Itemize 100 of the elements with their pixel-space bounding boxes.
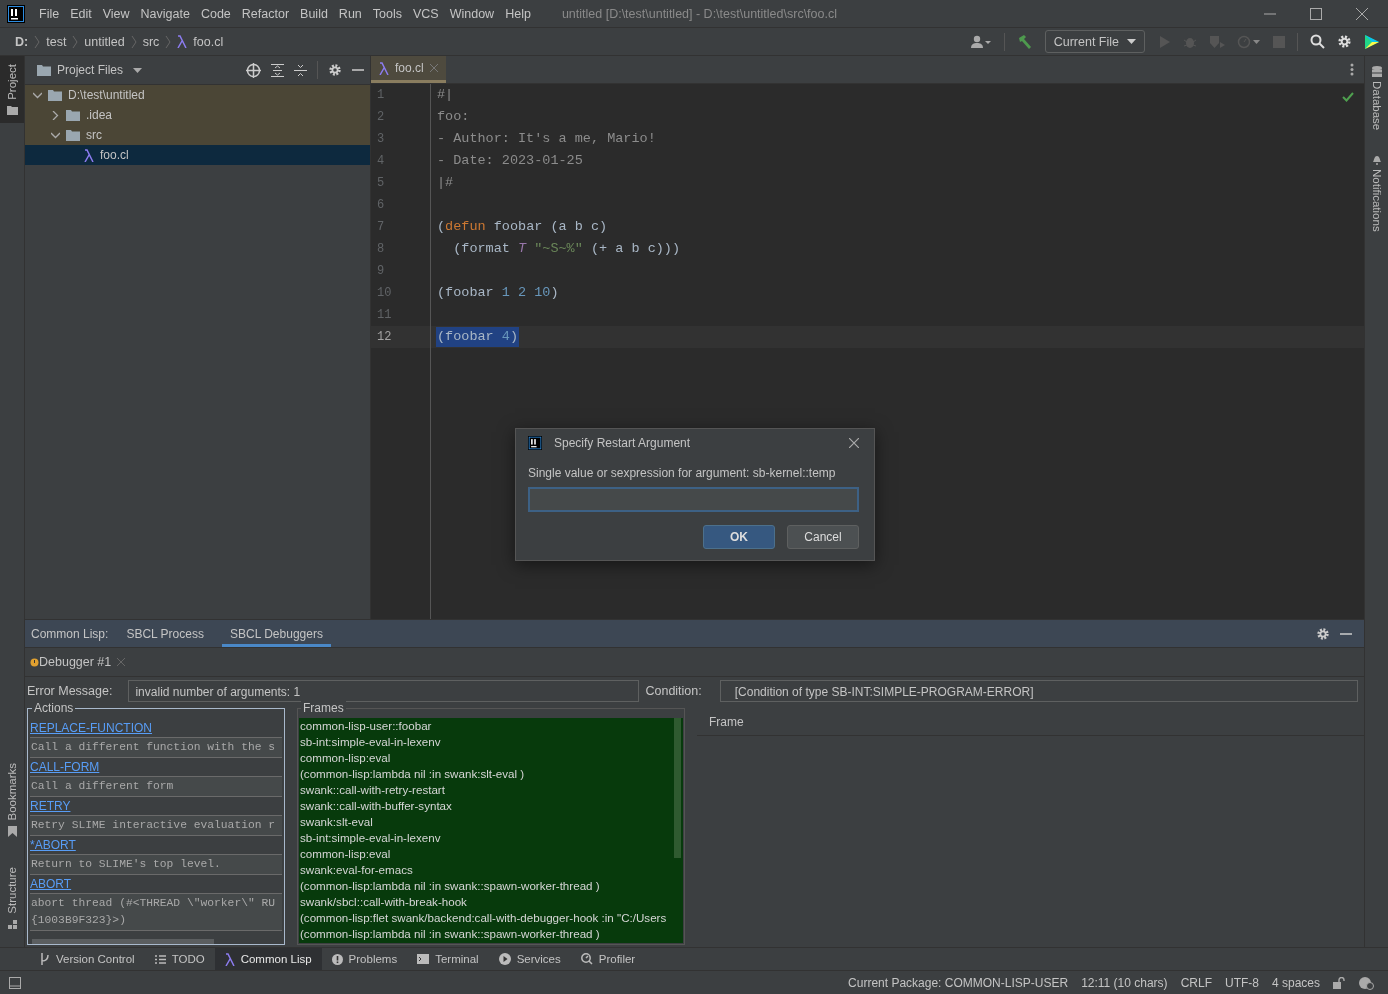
tool-window-button[interactable]: Structure: [0, 859, 24, 937]
tool-window-button[interactable]: TODO: [144, 948, 215, 970]
tool-window-button[interactable]: Version Control: [30, 948, 145, 970]
chevron-icon[interactable]: [33, 90, 42, 100]
tree-item[interactable]: D:\test\untitled: [25, 85, 370, 105]
tree-item[interactable]: src: [25, 125, 370, 145]
menu-item[interactable]: VCS: [413, 6, 439, 21]
frame-item[interactable]: sb-int:simple-eval-in-lexenv: [299, 734, 683, 750]
frame-item[interactable]: swank/sbcl::call-with-break-hook: [299, 894, 683, 910]
line-number: 4: [376, 153, 386, 170]
search-icon[interactable]: [1310, 34, 1325, 49]
scrollbar[interactable]: [674, 718, 681, 858]
settings-icon[interactable]: [1316, 626, 1330, 641]
breadcrumb[interactable]: src: [142, 34, 160, 49]
frame-item[interactable]: (common-lisp:flet swank/backend:call-with-debugger-hook :in "C:/Users: [299, 910, 683, 926]
breadcrumb[interactable]: test: [46, 34, 67, 49]
frame-item[interactable]: common-lisp-user::foobar: [299, 718, 683, 734]
tree-item[interactable]: .idea: [25, 105, 370, 125]
menu-item[interactable]: Tools: [372, 6, 402, 21]
menu-item[interactable]: View: [102, 6, 130, 21]
tool-window-button[interactable]: Terminal: [407, 948, 489, 970]
gauge-icon[interactable]: [1237, 34, 1261, 49]
restart-link[interactable]: CALL-FORM: [30, 758, 282, 776]
status-item[interactable]: UTF-8: [1224, 975, 1259, 990]
frame-item[interactable]: (common-lisp:lambda nil :in swank::spawn-worker-thread ): [299, 878, 683, 894]
frame-item[interactable]: (common-lisp:lambda nil :in swank:slt-eval ): [299, 766, 683, 782]
crosshair-icon[interactable]: [246, 62, 261, 78]
run-configuration-dropdown[interactable]: Current File: [1044, 30, 1145, 53]
tool-window-tab[interactable]: SBCL Debuggers: [221, 620, 331, 647]
tool-window-button[interactable]: Common Lisp: [214, 948, 322, 970]
collapse-all-icon[interactable]: [294, 63, 307, 77]
user-icon[interactable]: [969, 34, 992, 49]
frame-item[interactable]: common-lisp:eval: [299, 750, 683, 766]
tool-window-button[interactable]: Problems: [321, 948, 408, 970]
status-item[interactable]: CRLF: [1180, 975, 1212, 990]
menu-item[interactable]: Run: [338, 6, 362, 21]
expand-all-icon[interactable]: [271, 63, 284, 77]
status-item[interactable]: 12:11 (10 chars): [1081, 975, 1168, 990]
error-message-field[interactable]: invalid number of arguments: 1: [128, 680, 640, 702]
settings-icon[interactable]: [1337, 34, 1352, 49]
chevron-icon[interactable]: [51, 110, 60, 120]
input-field[interactable]: [528, 487, 859, 512]
lambda-icon: [177, 35, 188, 48]
tool-window-tab[interactable]: SBCL Process: [118, 620, 212, 647]
menu-item[interactable]: Refactor: [241, 6, 290, 21]
breadcrumb[interactable]: untitled: [84, 34, 125, 49]
restart-link[interactable]: *ABORT: [30, 836, 282, 854]
close-icon[interactable]: [1356, 7, 1368, 20]
menu-item[interactable]: Edit: [70, 6, 92, 21]
tool-window-button[interactable]: Project: [0, 56, 24, 123]
frame-item[interactable]: (common-lisp:lambda nil :in swank::spawn-worker-thread ): [299, 926, 683, 942]
frame-item[interactable]: common-lisp:eval: [299, 846, 683, 862]
app-logo-icon: [7, 4, 25, 23]
bookmark-icon: [7, 826, 17, 838]
caret-icon[interactable]: [133, 67, 143, 73]
editor-tab[interactable]: foo.cl: [371, 56, 446, 83]
tool-window-button[interactable]: Profiler: [570, 948, 646, 970]
condition-field[interactable]: [Condition of type SB-INT:SIMPLE-PROGRAM-ERROR]: [719, 680, 1358, 702]
tool-window-button[interactable]: Services: [488, 948, 571, 970]
view-selector[interactable]: Project Files: [57, 63, 124, 77]
frame-item[interactable]: sb-int:simple-eval-in-lexenv: [299, 830, 683, 846]
frame-item[interactable]: swank::call-with-retry-restart: [299, 782, 683, 798]
column-header: Frame: [697, 708, 1364, 736]
status-item[interactable]: Current Package: COMMON-LISP-USER: [848, 975, 1069, 990]
breadcrumb[interactable]: D:: [15, 34, 29, 49]
menu-item[interactable]: Navigate: [140, 6, 190, 21]
line-number: 11: [376, 307, 393, 324]
frame-item[interactable]: swank:eval-for-emacs: [299, 862, 683, 878]
settings-icon[interactable]: [328, 63, 342, 77]
toolbox-logo-icon[interactable]: [1364, 33, 1380, 50]
breadcrumb[interactable]: foo.cl: [193, 34, 224, 49]
menu-item[interactable]: File: [39, 6, 60, 21]
more-icon[interactable]: [1350, 63, 1354, 76]
inspector-icon[interactable]: [1358, 975, 1374, 990]
frame-item[interactable]: swank:slt-eval: [299, 814, 683, 830]
close-icon[interactable]: [849, 438, 859, 448]
menu-item[interactable]: Code: [200, 6, 231, 21]
restart-link[interactable]: ABORT: [30, 875, 282, 893]
hammer-icon[interactable]: [1016, 33, 1033, 50]
restart-link[interactable]: REPLACE-FUNCTION: [30, 719, 282, 737]
maximize-icon[interactable]: [1310, 7, 1322, 20]
frame-item[interactable]: swank::call-with-buffer-syntax: [299, 798, 683, 814]
status-item[interactable]: 4 spaces: [1271, 975, 1320, 990]
tool-window-button[interactable]: Bookmarks: [0, 754, 24, 846]
chevron-icon[interactable]: [51, 130, 60, 140]
tool-window-button[interactable]: Notifications: [1365, 144, 1388, 246]
tree-item[interactable]: foo.cl: [25, 145, 370, 165]
debugger-tab[interactable]: Debugger #1: [30, 655, 112, 669]
ok-button[interactable]: OK: [703, 525, 775, 549]
panel-toggle-icon[interactable]: [9, 976, 21, 989]
scrollbar[interactable]: [32, 939, 214, 944]
tool-window-button[interactable]: Database: [1365, 56, 1388, 145]
unlock-icon[interactable]: [1333, 976, 1345, 989]
menu-item[interactable]: Build: [300, 6, 328, 21]
menu-item[interactable]: Window: [449, 6, 495, 21]
window-title: untitled [D:\test\untitled] - D:\test\untitled\src\foo.cl: [561, 6, 837, 21]
menu-item[interactable]: Help: [505, 6, 531, 21]
cancel-button[interactable]: Cancel: [787, 525, 859, 549]
code-line: |#: [436, 174, 455, 192]
restart-link[interactable]: RETRY: [30, 797, 282, 815]
